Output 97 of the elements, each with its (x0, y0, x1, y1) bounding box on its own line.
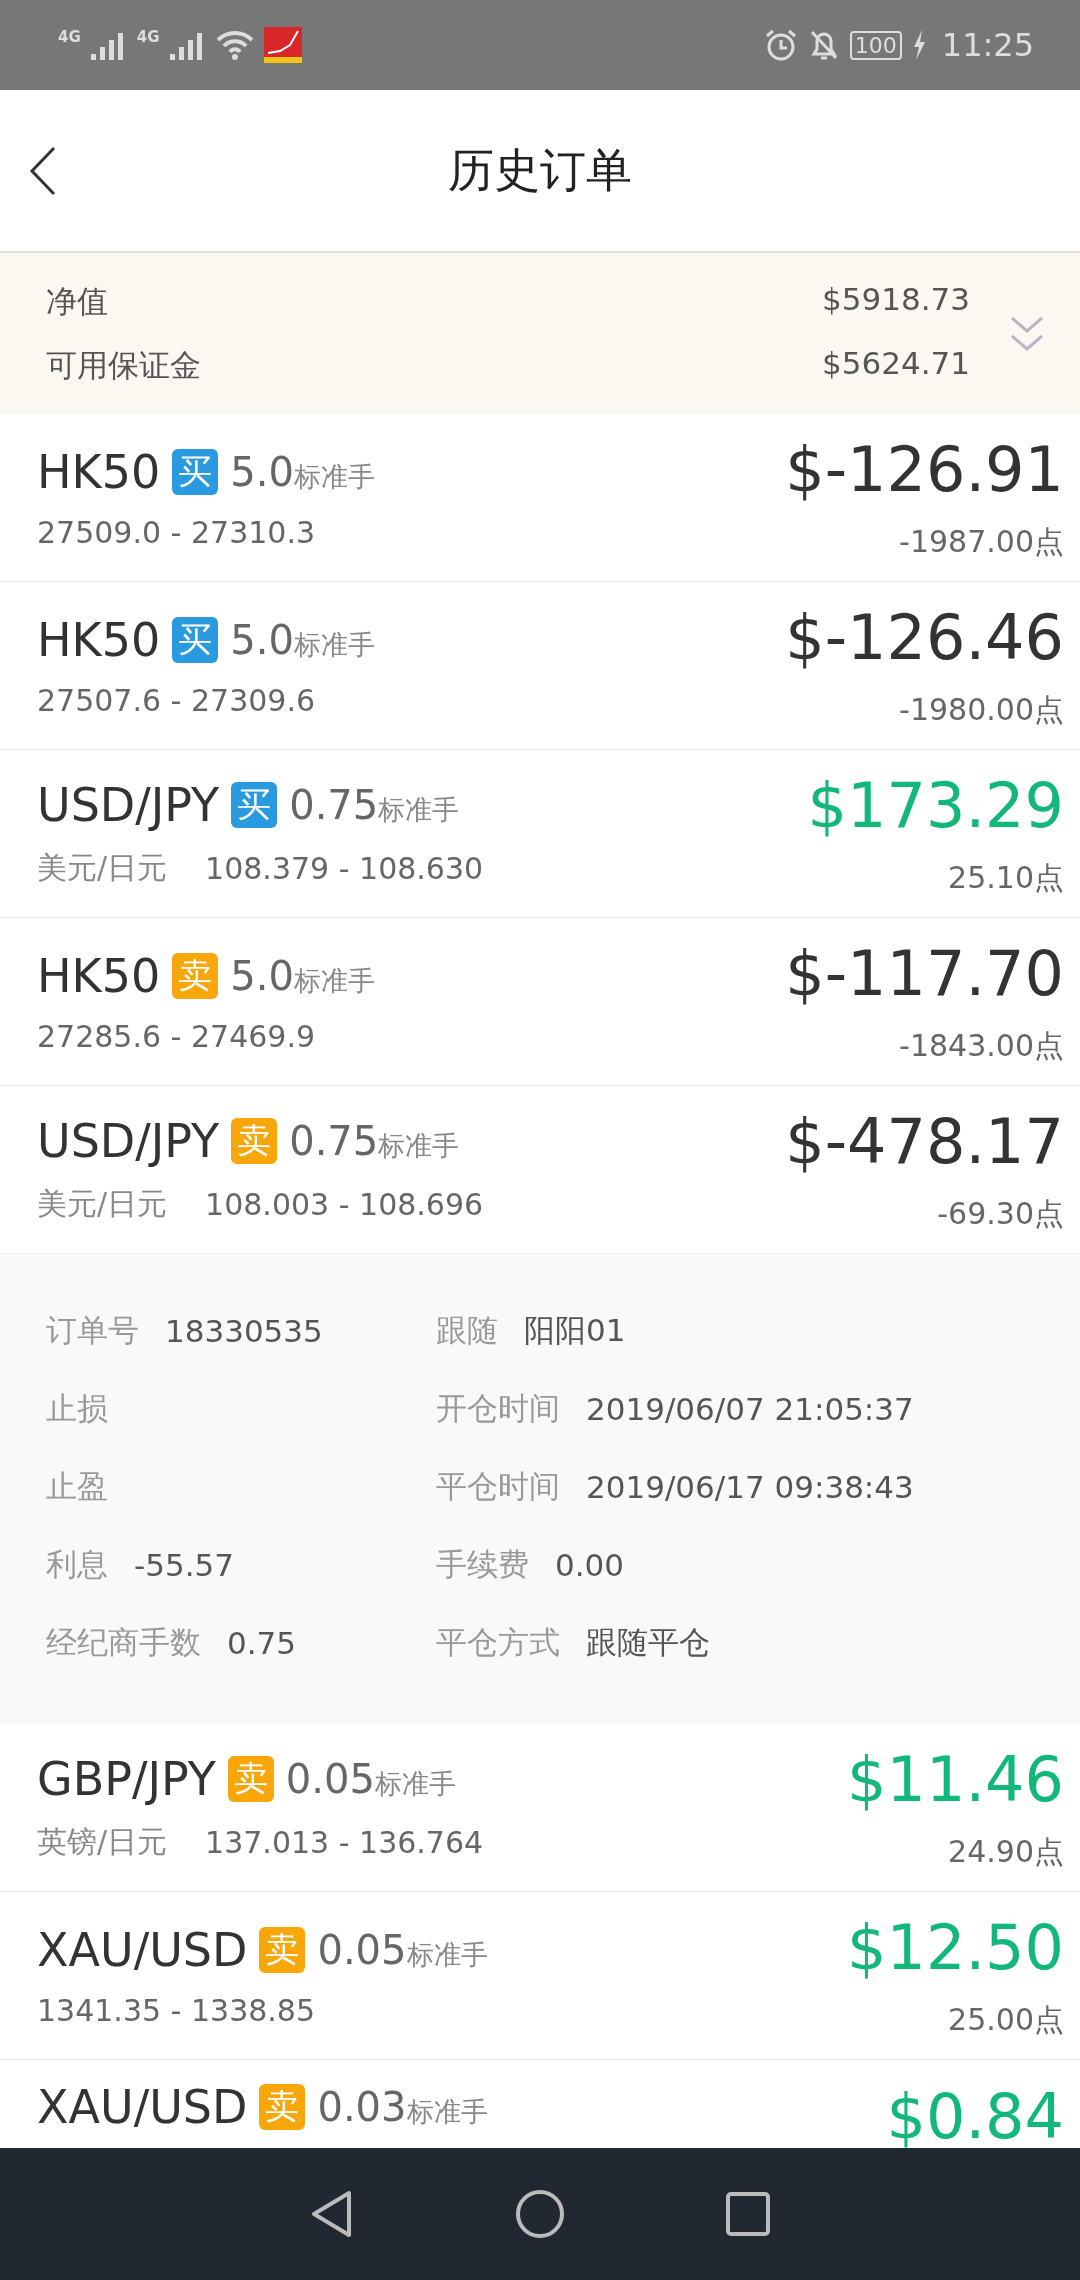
pair-name: 英镑/日元 (37, 1823, 168, 1861)
side-badge: 买 (172, 617, 219, 663)
price-range: 108.003 - 108.696 (205, 1187, 484, 1222)
side-badge: 卖 (259, 1927, 306, 1973)
symbol-name: USD/JPY (37, 778, 220, 832)
detail-label: 平仓时间 (436, 1467, 560, 1506)
symbol-name: USD/JPY (37, 1114, 220, 1168)
profit-amount: $-478.17 (785, 1104, 1064, 1178)
symbol-name: GBP/JPY (37, 1752, 216, 1806)
lot-unit: 标准手 (378, 1129, 460, 1163)
lot-size: 5.0 (230, 953, 294, 999)
charging-icon (911, 30, 926, 60)
detail-value: 2019/06/07 21:05:37 (586, 1391, 914, 1427)
page-title: 历史订单 (448, 141, 632, 199)
lot-size: 0.05 (285, 1756, 375, 1802)
clock-time: 11:25 (941, 26, 1034, 64)
price-range: 1341.35 - 1338.85 (37, 1993, 315, 2028)
detail-label: 开仓时间 (436, 1389, 560, 1428)
recents-nav-icon[interactable] (725, 2191, 771, 2237)
lot-size: 0.03 (317, 2084, 407, 2130)
detail-label: 订单号 (46, 1311, 139, 1350)
lot-unit: 标准手 (378, 793, 460, 827)
points-change: -1843.00点 (899, 1026, 1064, 1065)
detail-label: 利息 (46, 1545, 108, 1584)
detail-label: 经纪商手数 (46, 1623, 201, 1662)
pair-name: 美元/日元 (37, 1185, 168, 1223)
price-range: 27509.0 - 27310.3 (37, 515, 315, 550)
lot-size: 0.05 (317, 1927, 407, 1973)
order-row[interactable]: HK50 买 5.0标准手 27509.0 - 27310.3 $-126.91 -1987.00点 (0, 414, 1080, 582)
detail-label: 跟随 (436, 1311, 498, 1350)
summary-value: $5918.73 (822, 280, 970, 319)
detail-label: 止盈 (46, 1467, 108, 1506)
summary-value: $5624.71 (822, 344, 970, 383)
profit-amount: $173.29 (807, 768, 1064, 842)
symbol-name: XAU/USD (37, 2080, 248, 2134)
lot-size: 0.75 (289, 782, 379, 828)
detail-label: 平仓方式 (436, 1623, 560, 1662)
side-badge: 卖 (172, 953, 219, 999)
lot-unit: 标准手 (406, 2095, 488, 2129)
network-label: 4G (136, 28, 160, 46)
profit-amount: $11.46 (847, 1742, 1064, 1816)
lot-unit: 标准手 (374, 1767, 456, 1801)
pair-name: 美元/日元 (37, 849, 168, 887)
side-badge: 买 (172, 449, 219, 495)
detail-value: 2019/06/17 09:38:43 (586, 1469, 914, 1505)
detail-value: 0.00 (555, 1547, 625, 1583)
detail-value: 阳阳01 (524, 1311, 626, 1350)
detail-value: 18330535 (165, 1313, 323, 1349)
lot-size: 0.75 (289, 1118, 379, 1164)
home-nav-icon[interactable] (515, 2189, 565, 2239)
side-badge: 买 (231, 782, 278, 828)
profit-amount: $0.84 (886, 2080, 1064, 2148)
detail-label: 止损 (46, 1389, 108, 1428)
lot-size: 5.0 (230, 449, 294, 495)
profit-amount: $12.50 (847, 1910, 1064, 1984)
lot-unit: 标准手 (406, 1938, 488, 1972)
alarm-icon (763, 28, 798, 62)
price-range: 137.013 - 136.764 (205, 1825, 484, 1860)
points-change: -1980.00点 (899, 690, 1064, 729)
detail-value: 跟随平仓 (586, 1623, 710, 1662)
order-row[interactable]: XAU/USD 卖 0.05标准手 1341.35 - 1338.85 $12.50 25.00点 (0, 1892, 1080, 2060)
price-range: 27285.6 - 27469.9 (37, 1019, 315, 1054)
symbol-name: HK50 (37, 445, 161, 499)
points-change: -1987.00点 (899, 522, 1064, 561)
lot-unit: 标准手 (293, 461, 375, 494)
points-change: 24.90点 (948, 1832, 1064, 1871)
side-badge: 卖 (231, 1118, 278, 1164)
network-label: 4G (58, 28, 81, 46)
back-icon[interactable] (28, 145, 58, 196)
order-row[interactable]: HK50 买 5.0标准手 27507.6 - 27309.6 $-126.46 -1980.00点 (0, 582, 1080, 750)
price-range: 108.379 - 108.630 (205, 851, 484, 886)
symbol-name: XAU/USD (37, 1923, 248, 1977)
points-change: -69.30点 (937, 1194, 1064, 1233)
wifi-icon (215, 30, 254, 60)
order-row[interactable]: HK50 卖 5.0标准手 27285.6 - 27469.9 $-117.70 -1843.00点 (0, 918, 1080, 1086)
app-icon (263, 27, 302, 63)
order-row[interactable]: GBP/JPY 卖 0.05标准手 英镑/日元 137.013 - 136.764 $11.46 24.90点 (0, 1724, 1080, 1892)
battery-level: 100 (849, 30, 902, 60)
profit-amount: $-117.70 (785, 936, 1064, 1010)
symbol-name: HK50 (37, 613, 161, 667)
detail-value: 0.75 (227, 1625, 297, 1661)
points-change: 25.00点 (948, 2000, 1064, 2039)
price-range: 27507.6 - 27309.6 (37, 683, 315, 718)
summary-label: 净值 (46, 281, 108, 321)
lot-unit: 标准手 (293, 965, 375, 998)
side-badge: 卖 (227, 1756, 274, 1802)
detail-value: -55.57 (134, 1547, 234, 1583)
order-row[interactable]: USD/JPY 买 0.75标准手 美元/日元 108.379 - 108.630 $173.29 25.10点 (0, 750, 1080, 918)
profit-amount: $-126.91 (785, 432, 1064, 506)
summary-label: 可用保证金 (46, 345, 201, 385)
symbol-name: HK50 (37, 949, 161, 1003)
lot-unit: 标准手 (293, 629, 375, 662)
lot-size: 5.0 (230, 617, 294, 663)
profit-amount: $-126.46 (785, 600, 1064, 674)
side-badge: 卖 (259, 2084, 306, 2130)
detail-label: 手续费 (436, 1545, 529, 1584)
points-change: 25.10点 (948, 858, 1064, 897)
